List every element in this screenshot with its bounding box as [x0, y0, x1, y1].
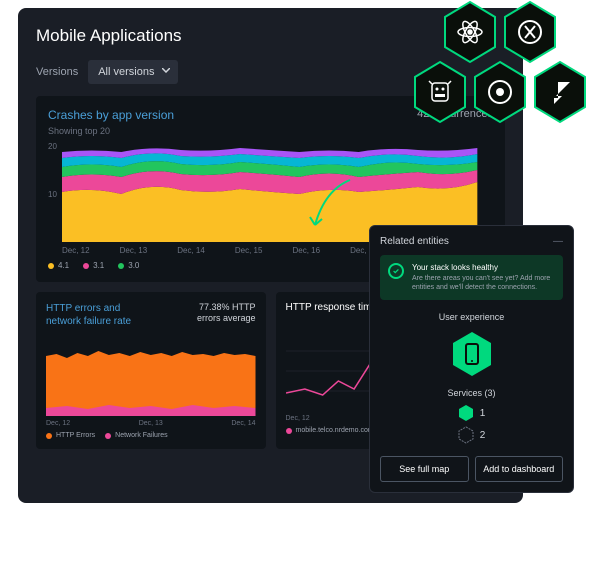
versions-label: Versions	[36, 66, 78, 78]
check-circle-icon	[388, 263, 404, 279]
health-title: Your stack looks healthy	[412, 263, 555, 272]
chevron-down-icon	[162, 68, 170, 73]
legend-item[interactable]: 3.1	[83, 261, 104, 270]
legend-dot	[118, 263, 124, 269]
version-selected: All versions	[98, 66, 154, 78]
legend-item[interactable]: HTTP Errors	[46, 432, 95, 439]
side-title: Related entities	[380, 236, 449, 247]
related-entities-panel: Related entities — Your stack looks heal…	[369, 225, 574, 493]
hex-outline-icon	[458, 426, 474, 444]
x-tick: Dec, 15	[235, 246, 263, 255]
health-status-box: Your stack looks healthy Are there areas…	[380, 255, 563, 300]
http-errors-title[interactable]: HTTP errors and network failure rate	[46, 302, 146, 328]
legend-item[interactable]: 3.0	[118, 261, 139, 270]
legend-dot	[48, 263, 54, 269]
arrow-annotation	[300, 175, 370, 245]
x-tick: Dec, 13	[120, 246, 148, 255]
legend-item[interactable]: 4.1	[48, 261, 69, 270]
x-tick: Dec, 14	[231, 420, 255, 427]
legend-dot	[46, 433, 52, 439]
x-tick: Dec, 12	[62, 246, 90, 255]
see-full-map-button[interactable]: See full map	[380, 456, 469, 482]
x-tick: Dec, 13	[139, 420, 163, 427]
version-select[interactable]: All versions	[88, 60, 178, 84]
minimize-icon[interactable]: —	[553, 236, 563, 247]
services-label: Services (3)	[380, 388, 563, 398]
x-tick: Dec, 14	[177, 246, 205, 255]
health-desc: Are there areas you can't see yet? Add m…	[412, 274, 555, 292]
service-item-1[interactable]: 1	[458, 404, 486, 422]
http-percent: 77.38% HTTP	[197, 302, 256, 313]
app-entity-hex[interactable]	[380, 330, 563, 378]
user-experience-label: User experience	[380, 312, 563, 322]
legend-item[interactable]: Network Failures	[105, 432, 168, 439]
x-tick: Dec, 16	[293, 246, 321, 255]
http-errors-card: HTTP errors and network failure rate 77.…	[36, 292, 266, 449]
legend-item[interactable]: mobile.telco.nrdemo.com	[286, 427, 374, 434]
service-item-2[interactable]: 2	[458, 426, 486, 444]
http-errors-chart[interactable]	[46, 336, 256, 416]
x-tick: Dec, 12	[46, 420, 70, 427]
legend-dot	[105, 433, 111, 439]
framework-icons	[380, 0, 590, 140]
hex-icon	[458, 404, 474, 422]
y-tick: 20	[48, 142, 57, 151]
legend-dot	[83, 263, 89, 269]
http-percent-sub: errors average	[197, 313, 256, 324]
x-tick: Dec, 12	[286, 415, 310, 422]
y-tick: 10	[48, 190, 57, 199]
add-to-dashboard-button[interactable]: Add to dashboard	[475, 456, 564, 482]
crashes-title[interactable]: Crashes by app version	[48, 108, 174, 122]
legend-dot	[286, 428, 292, 434]
